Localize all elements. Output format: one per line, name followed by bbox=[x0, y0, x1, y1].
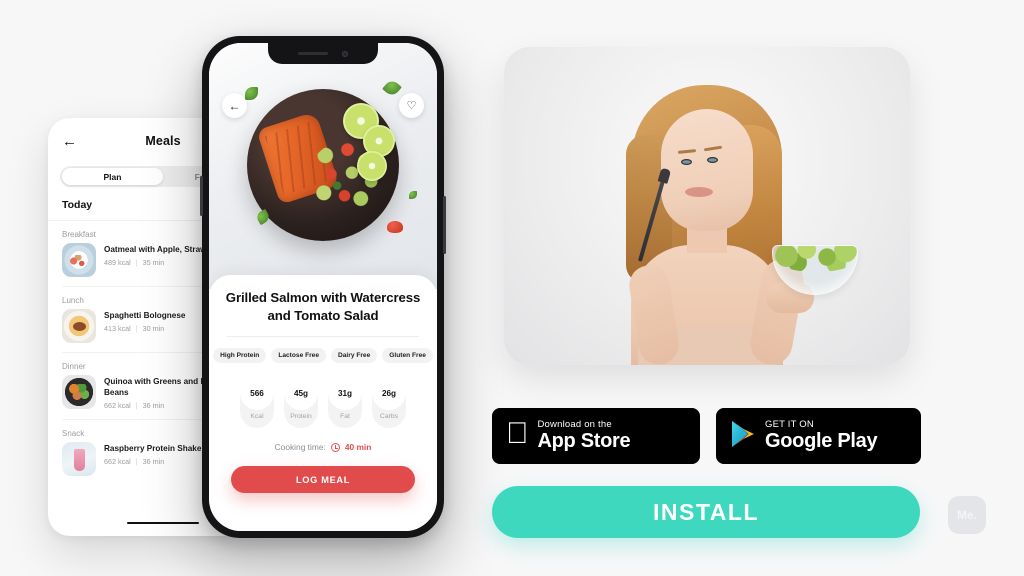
meal-time: 35 min bbox=[142, 258, 165, 268]
store-badges:  Download on the App Store bbox=[492, 408, 921, 464]
meta-separator: | bbox=[135, 457, 138, 467]
nutrition-label: Fat bbox=[340, 413, 350, 421]
app-store-big-text: App Store bbox=[515, 430, 631, 453]
nutrition-summary: 566 Kcal 45g Protein 31g Fat 26g Carbs bbox=[225, 376, 421, 429]
shake-thumbnail bbox=[62, 442, 96, 477]
log-meal-button[interactable]: LOG MEAL bbox=[231, 466, 415, 494]
meal-name: Raspberry Protein Shake bbox=[104, 444, 202, 454]
back-arrow-icon[interactable]: ← bbox=[222, 93, 247, 118]
basil-leaf-graphic bbox=[409, 191, 417, 199]
google-play-small-text: GET IT ON bbox=[765, 418, 814, 430]
eye-graphic bbox=[707, 157, 718, 163]
primary-phone-mockup: ← ♡ Grilled Salmon with Watercress and T… bbox=[200, 36, 446, 538]
meal-calories: 662 kcal bbox=[104, 401, 131, 411]
meta-separator: | bbox=[135, 401, 138, 411]
apple-logo-icon:  bbox=[506, 419, 529, 449]
oatmeal-thumbnail bbox=[62, 243, 96, 277]
meal-meta: 413 kcal | 30 min bbox=[104, 324, 185, 333]
meal-detail-card: Grilled Salmon with Watercress and Tomat… bbox=[209, 275, 437, 531]
meal-calories: 662 kcal bbox=[104, 457, 131, 467]
eye-graphic bbox=[681, 159, 692, 165]
nutrition-label: Kcal bbox=[250, 413, 264, 421]
google-play-icon bbox=[730, 420, 756, 453]
cooking-time-value: 40 min bbox=[344, 442, 372, 453]
meal-calories: 489 kcal bbox=[104, 258, 131, 268]
meal-name: Spaghetti Bolognese bbox=[104, 311, 186, 320]
basil-leaf-graphic bbox=[245, 87, 258, 100]
brand-watermark: Me. bbox=[948, 496, 986, 534]
plate-graphic bbox=[247, 89, 399, 241]
meta-separator: | bbox=[135, 258, 138, 268]
quinoa-thumbnail bbox=[62, 375, 96, 409]
cooking-time-label: Cooking time: bbox=[274, 442, 326, 453]
meal-time: 30 min bbox=[142, 324, 165, 334]
nutrition-pill: 566 Kcal bbox=[240, 376, 274, 429]
dish-title: Grilled Salmon with Watercress and Tomat… bbox=[225, 290, 421, 323]
promo-banner: ← Meals Plan Favorites Today Breakfast O… bbox=[0, 0, 1024, 576]
heart-outline-icon[interactable]: ♡ bbox=[399, 93, 424, 118]
nutrition-value: 45g bbox=[284, 376, 318, 411]
basil-leaf-graphic bbox=[382, 78, 402, 98]
nutrition-value: 566 bbox=[240, 376, 274, 411]
meta-separator: | bbox=[135, 324, 138, 334]
app-store-button[interactable]:  Download on the App Store bbox=[492, 408, 700, 464]
nutrition-value: 31g bbox=[328, 376, 362, 411]
nutrition-label: Carbs bbox=[379, 413, 399, 421]
lime-slice-graphic bbox=[357, 151, 387, 181]
phone-notch bbox=[268, 43, 378, 64]
tomato-piece-graphic bbox=[387, 221, 403, 233]
google-play-button[interactable]: GET IT ON Google Play bbox=[716, 408, 921, 464]
diet-tag: Dairy Free bbox=[331, 348, 378, 364]
diet-tag: Gluten Free bbox=[382, 348, 433, 364]
front-camera-icon bbox=[342, 50, 348, 57]
clock-icon bbox=[330, 442, 340, 452]
grilled-salmon-plate-photo: ← ♡ bbox=[209, 43, 437, 289]
lips-graphic bbox=[685, 187, 713, 197]
home-indicator bbox=[48, 511, 230, 529]
spaghetti-thumbnail bbox=[62, 309, 96, 343]
cooking-time: Cooking time: 40 min bbox=[225, 442, 421, 452]
face-graphic bbox=[661, 109, 753, 231]
meal-time: 36 min bbox=[142, 401, 165, 411]
nutrition-pill: 26g Carbs bbox=[372, 376, 406, 429]
meal-calories: 413 kcal bbox=[104, 324, 131, 334]
nutrition-value: 26g bbox=[372, 376, 406, 411]
speaker-icon bbox=[298, 52, 328, 55]
nutrition-label: Protein bbox=[290, 413, 312, 421]
diet-tag-list: High Protein Lactose Free Dairy Free Glu… bbox=[213, 348, 433, 364]
app-store-small-text: Download on the bbox=[515, 418, 612, 430]
divider bbox=[227, 336, 419, 338]
diet-tag: High Protein bbox=[213, 348, 267, 364]
install-button[interactable]: INSTALL bbox=[492, 486, 920, 538]
woman-holding-salad-bowl-photo bbox=[504, 47, 910, 365]
diet-tag: Lactose Free bbox=[271, 348, 326, 364]
nutrition-pill: 45g Protein bbox=[284, 376, 318, 429]
back-arrow-icon[interactable]: ← bbox=[62, 134, 77, 149]
meal-meta: 662 kcal | 36 min bbox=[104, 457, 201, 466]
meal-time: 36 min bbox=[142, 457, 165, 467]
nutrition-pill: 31g Fat bbox=[328, 376, 362, 429]
tab-plan[interactable]: Plan bbox=[62, 168, 163, 185]
google-play-big-text: Google Play bbox=[765, 430, 878, 453]
